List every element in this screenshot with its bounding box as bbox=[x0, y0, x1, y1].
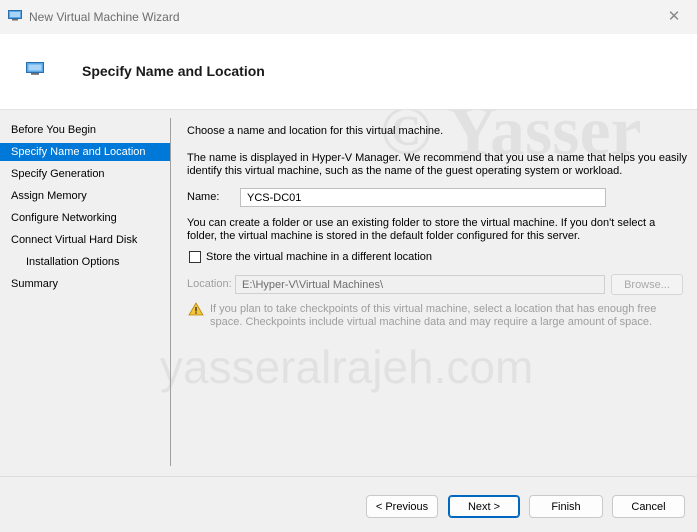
location-label: Location: bbox=[187, 278, 232, 290]
nav-item-assign-memory[interactable]: Assign Memory bbox=[0, 187, 170, 205]
title-bar: New Virtual Machine Wizard ✕ bbox=[0, 0, 697, 34]
cancel-button[interactable]: Cancel bbox=[612, 495, 685, 518]
page-title: Specify Name and Location bbox=[82, 63, 265, 79]
nav-item-summary[interactable]: Summary bbox=[0, 275, 170, 293]
wizard-nav: Before You Begin Specify Name and Locati… bbox=[0, 109, 170, 467]
finish-button[interactable]: Finish bbox=[529, 495, 603, 518]
close-icon: ✕ bbox=[667, 8, 681, 25]
close-button[interactable]: ✕ bbox=[651, 0, 697, 32]
name-label: Name: bbox=[187, 191, 220, 203]
intro-text: Choose a name and location for this virt… bbox=[187, 125, 444, 137]
location-input[interactable] bbox=[235, 275, 605, 294]
nav-item-installation-options[interactable]: Installation Options bbox=[0, 253, 170, 271]
watermark-url: yasseralrajeh.com bbox=[160, 341, 534, 393]
description-line-1: The name is displayed in Hyper-V Manager… bbox=[187, 152, 687, 164]
store-different-location-label[interactable]: Store the virtual machine in a different… bbox=[206, 251, 432, 264]
warning-icon bbox=[188, 302, 204, 316]
folder-info-line-1: You can create a folder or use an existi… bbox=[187, 217, 656, 229]
browse-button[interactable]: Browse... bbox=[611, 274, 683, 295]
next-button[interactable]: Next > bbox=[448, 495, 520, 518]
previous-button[interactable]: < Previous bbox=[366, 495, 438, 518]
checkpoint-warning-line-2: space. Checkpoints include virtual machi… bbox=[210, 316, 653, 328]
nav-item-before-you-begin[interactable]: Before You Begin bbox=[0, 121, 170, 139]
store-different-location-checkbox[interactable] bbox=[189, 251, 201, 263]
nav-item-connect-virtual-hard-disk[interactable]: Connect Virtual Hard Disk bbox=[0, 231, 170, 249]
description-line-2: identify this virtual machine, such as t… bbox=[187, 165, 623, 177]
monitor-icon bbox=[8, 10, 22, 21]
nav-item-configure-networking[interactable]: Configure Networking bbox=[0, 209, 170, 227]
name-input[interactable] bbox=[240, 188, 606, 207]
window-title: New Virtual Machine Wizard bbox=[29, 10, 180, 24]
monitor-icon bbox=[26, 62, 44, 75]
wizard-header: Specify Name and Location bbox=[0, 34, 697, 110]
folder-info-line-2: folder, the virtual machine is stored in… bbox=[187, 230, 581, 242]
nav-item-specify-name-location[interactable]: Specify Name and Location bbox=[0, 143, 170, 161]
nav-divider bbox=[170, 118, 171, 466]
nav-item-specify-generation[interactable]: Specify Generation bbox=[0, 165, 170, 183]
footer-divider bbox=[0, 476, 697, 477]
checkpoint-warning-line-1: If you plan to take checkpoints of this … bbox=[210, 303, 657, 315]
